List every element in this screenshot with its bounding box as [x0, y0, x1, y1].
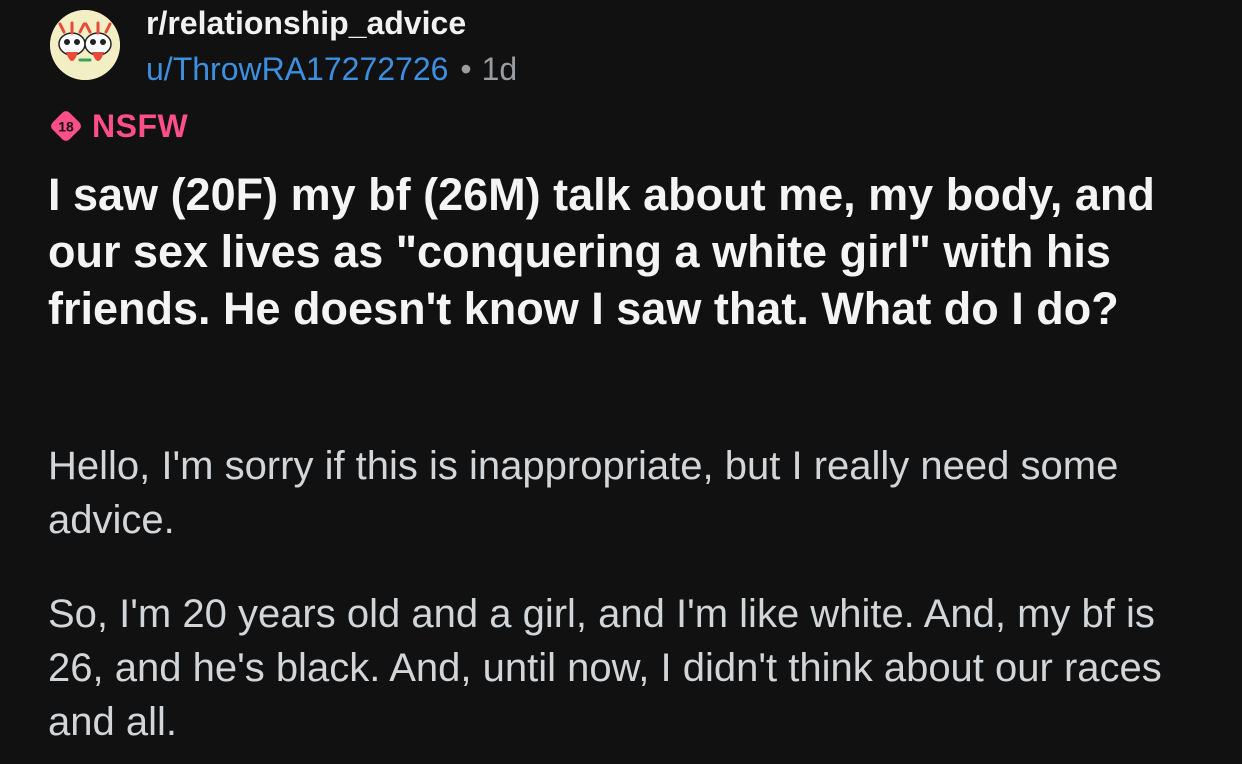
nsfw-icon-text: 18 — [58, 119, 74, 135]
avatar-graphic — [50, 10, 120, 80]
subreddit-name-link[interactable]: r/relationship_advice — [146, 4, 517, 42]
post-body-paragraph: Hello, I'm sorry if this is inappropriat… — [48, 444, 1119, 542]
post-body-paragraph: So, I'm 20 years old and a girl, and I'm… — [48, 592, 1162, 744]
post-meta: r/relationship_advice u/ThrowRA17272726 •… — [146, 4, 517, 88]
post-title[interactable]: I saw (20F) my bf (26M) talk about me, m… — [48, 166, 1208, 337]
subreddit-avatar-icon[interactable] — [50, 10, 120, 80]
author-link[interactable]: u/ThrowRA17272726 — [146, 51, 448, 87]
post: r/relationship_advice u/ThrowRA17272726 •… — [0, 0, 1242, 764]
nsfw-tag: 18 NSFW — [48, 108, 188, 144]
post-header: r/relationship_advice u/ThrowRA17272726 •… — [48, 4, 948, 88]
author-line: u/ThrowRA17272726 • 1d — [146, 50, 517, 88]
nsfw-18-icon: 18 — [48, 108, 84, 144]
meta-separator: • — [460, 51, 472, 87]
nsfw-label: NSFW — [92, 108, 189, 144]
post-age: 1d — [481, 51, 518, 87]
